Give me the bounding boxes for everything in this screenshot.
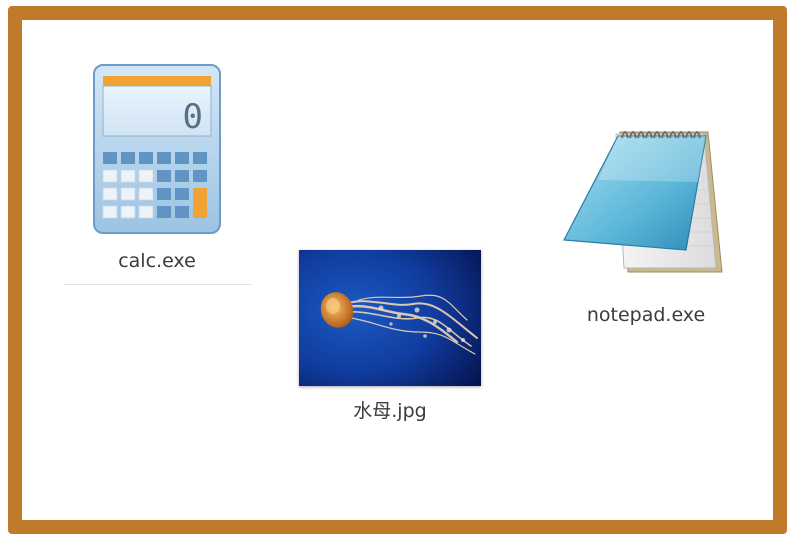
desktop-item-calc[interactable]: 0 calc.exe <box>84 62 230 272</box>
divider <box>64 284 252 285</box>
jellyfish-photo-thumbnail <box>299 250 481 386</box>
desktop-item-label: notepad.exe <box>586 304 706 326</box>
desktop-item-notepad[interactable]: notepad.exe <box>558 122 734 326</box>
notepad-icon <box>563 131 723 273</box>
calculator-icon: 0 <box>93 64 221 234</box>
desktop-item-label: calc.exe <box>118 250 196 272</box>
calculator-display-value: 0 <box>183 97 203 137</box>
desktop-item-jellyfish-jpg[interactable]: 水母.jpg <box>290 250 490 423</box>
desktop-item-label: 水母.jpg <box>353 400 427 422</box>
